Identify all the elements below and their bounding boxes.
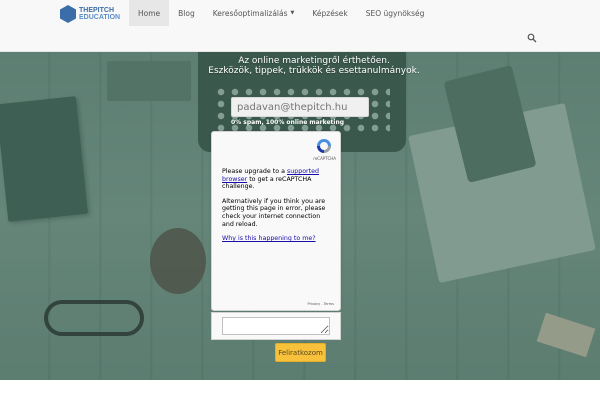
why-link[interactable]: Why is this happening to me? bbox=[222, 235, 316, 242]
navbar: THEPITCH EDUCATION Home Blog Keresőoptim… bbox=[0, 0, 600, 52]
email-field[interactable] bbox=[231, 97, 369, 117]
recaptcha-footer[interactable]: Privacy - Terms bbox=[308, 302, 334, 306]
hero-subtitle: Eszközök, tippek, trükkök és esettanulmá… bbox=[208, 66, 420, 76]
spam-note: 0% spam, 100% online marketing bbox=[231, 119, 345, 126]
recaptcha-icon bbox=[317, 139, 331, 153]
recaptcha-label: reCAPTCHA bbox=[313, 156, 336, 161]
recaptcha-response-field[interactable] bbox=[222, 317, 330, 335]
nav-item-blog[interactable]: Blog bbox=[169, 0, 204, 26]
hexagon-logo-icon bbox=[60, 5, 76, 23]
nav-item-home[interactable]: Home bbox=[129, 0, 170, 26]
recaptcha-widget: reCAPTCHA Please upgrade to a supported … bbox=[211, 131, 341, 311]
search-icon[interactable] bbox=[527, 33, 537, 43]
nav-item-seo-ugynokseg[interactable]: SEO ügynökség bbox=[357, 0, 434, 26]
main-nav: Home Blog Keresőoptimalizálás ▼ Képzések … bbox=[129, 0, 433, 26]
nav-item-keresooptimalizalas[interactable]: Keresőoptimalizálás ▼ bbox=[204, 0, 304, 26]
recaptcha-message: Please upgrade to a supported browser to… bbox=[222, 168, 326, 243]
hero-banner: Az online marketingről érthetően. Eszköz… bbox=[0, 52, 600, 380]
caret-down-icon: ▼ bbox=[290, 10, 295, 16]
brand-name: THEPITCH EDUCATION bbox=[79, 7, 121, 21]
recaptcha-response-area bbox=[211, 312, 341, 340]
brand-logo[interactable]: THEPITCH EDUCATION bbox=[60, 4, 130, 24]
nav-item-kepzesek[interactable]: Képzések bbox=[303, 0, 356, 26]
subscribe-button[interactable]: Feliratkozom bbox=[275, 343, 326, 362]
footer-strip bbox=[0, 380, 600, 400]
